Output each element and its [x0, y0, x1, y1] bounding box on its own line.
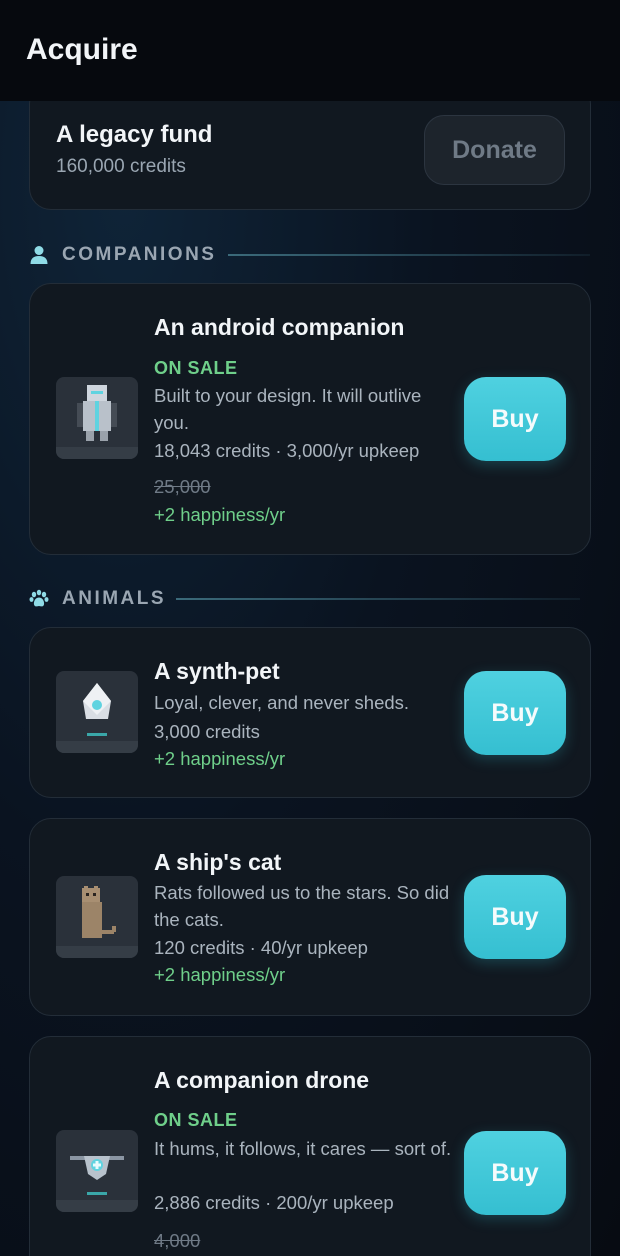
item-cost: 120 credits · 40/yr upkeep: [154, 937, 368, 958]
buy-button[interactable]: Buy: [464, 377, 566, 461]
buy-button[interactable]: Buy: [464, 1131, 566, 1215]
android-icon: [56, 377, 138, 459]
item-cost: 2,886 credits · 200/yr upkeep: [154, 1192, 394, 1213]
item-card-android: An android companion ON SALE Built to yo…: [29, 283, 591, 555]
happiness-bonus: +2 happiness/yr: [154, 748, 286, 769]
item-description: Loyal, clever, and never sheds.: [154, 692, 410, 713]
original-price: 25,000: [154, 476, 211, 497]
buy-button[interactable]: Buy: [464, 875, 566, 959]
happiness-bonus: +2 happiness/yr: [154, 964, 286, 985]
thumbnail-base: [56, 1200, 138, 1212]
item-cost: 3,000 credits: [154, 721, 260, 742]
sale-badge: ON SALE: [154, 1110, 238, 1130]
cat-icon: [56, 876, 138, 958]
original-price: 4,000: [154, 1230, 201, 1251]
legacy-fund-amount: 160,000 credits: [56, 156, 186, 177]
item-description: Rats followed us to the stars. So did th…: [154, 882, 450, 930]
thumbnail-base: [56, 741, 138, 753]
legacy-fund-name: A legacy fund: [56, 121, 213, 148]
buy-button[interactable]: Buy: [464, 671, 566, 755]
happiness-bonus: +2 happiness/yr: [154, 504, 286, 525]
item-description: Built to your design. It will outlive yo…: [154, 385, 422, 433]
item-card-synth-pet: A synth-pet Loyal, clever, and never she…: [29, 627, 591, 798]
sale-badge: ON SALE: [154, 358, 238, 378]
item-card-ships-cat: A ship's cat Rats followed us to the sta…: [29, 818, 591, 1016]
thumbnail-base: [56, 447, 138, 459]
drone-icon: [56, 1130, 138, 1212]
legacy-fund-card: A legacy fund 160,000 credits Donate: [29, 82, 591, 210]
donate-button[interactable]: Donate: [424, 115, 565, 185]
paw-icon: [29, 589, 49, 607]
app-header: Acquire: [0, 0, 620, 101]
synth-pet-icon: [56, 671, 138, 753]
item-card-companion-drone: A companion drone ON SALE It hums, it fo…: [29, 1036, 591, 1256]
item-description: It hums, it follows, it cares — sort of.: [154, 1138, 452, 1159]
section-label-animals: ANIMALS: [62, 588, 167, 609]
section-label-companions: COMPANIONS: [62, 244, 217, 265]
thumbnail-base: [56, 946, 138, 958]
person-icon: [30, 246, 48, 264]
item-title: A synth-pet: [154, 658, 280, 684]
section-divider: [228, 254, 590, 256]
shop-scroll-area[interactable]: A legacy fund 160,000 credits Donate COM…: [0, 0, 620, 1256]
section-header-companions: COMPANIONS: [29, 243, 216, 267]
item-title: A companion drone: [154, 1067, 370, 1093]
section-divider: [176, 598, 580, 600]
item-title: An android companion: [154, 314, 405, 340]
section-header-animals: ANIMALS: [29, 587, 166, 611]
item-cost: 18,043 credits · 3,000/yr upkeep: [154, 440, 420, 461]
page-title: Acquire: [26, 33, 138, 66]
item-title: A ship's cat: [154, 849, 282, 875]
